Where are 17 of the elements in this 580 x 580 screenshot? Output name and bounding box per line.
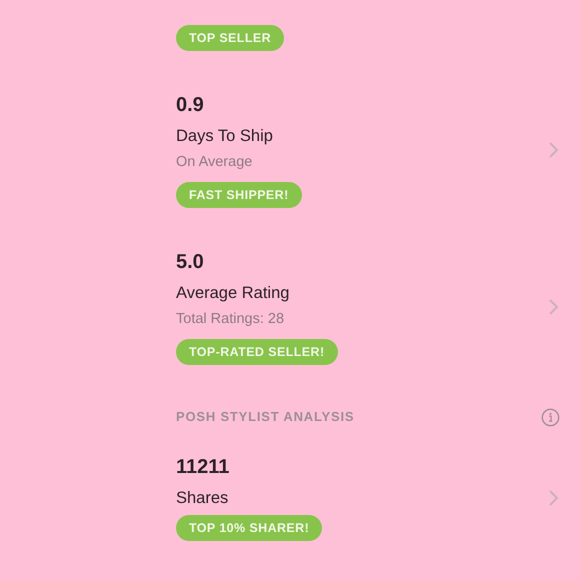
- stat-value: 5.0: [176, 250, 205, 275]
- seller-badge: TOP SELLER: [176, 25, 284, 51]
- stat-subtitle: On Average: [176, 153, 254, 172]
- section-heading: POSH STYLIST ANALYSIS: [176, 408, 354, 426]
- stat-label: Days To Ship: [176, 126, 274, 147]
- chevron-right-icon[interactable]: [548, 141, 560, 159]
- chevron-right-icon[interactable]: [548, 298, 560, 316]
- stat-value: 11211: [176, 455, 230, 480]
- stat-subtitle: Total Ratings: 28: [176, 310, 286, 329]
- achievement-badge: TOP 10% SHARER!: [176, 515, 322, 541]
- info-icon[interactable]: [541, 408, 560, 426]
- stat-label: Average Rating: [176, 283, 290, 304]
- chevron-right-icon[interactable]: [548, 488, 560, 506]
- stat-label: Shares: [176, 488, 230, 509]
- achievement-badge: FAST SHIPPER!: [176, 182, 302, 208]
- stat-value: 0.9: [176, 93, 205, 118]
- achievement-badge: TOP-RATED SELLER!: [176, 339, 338, 365]
